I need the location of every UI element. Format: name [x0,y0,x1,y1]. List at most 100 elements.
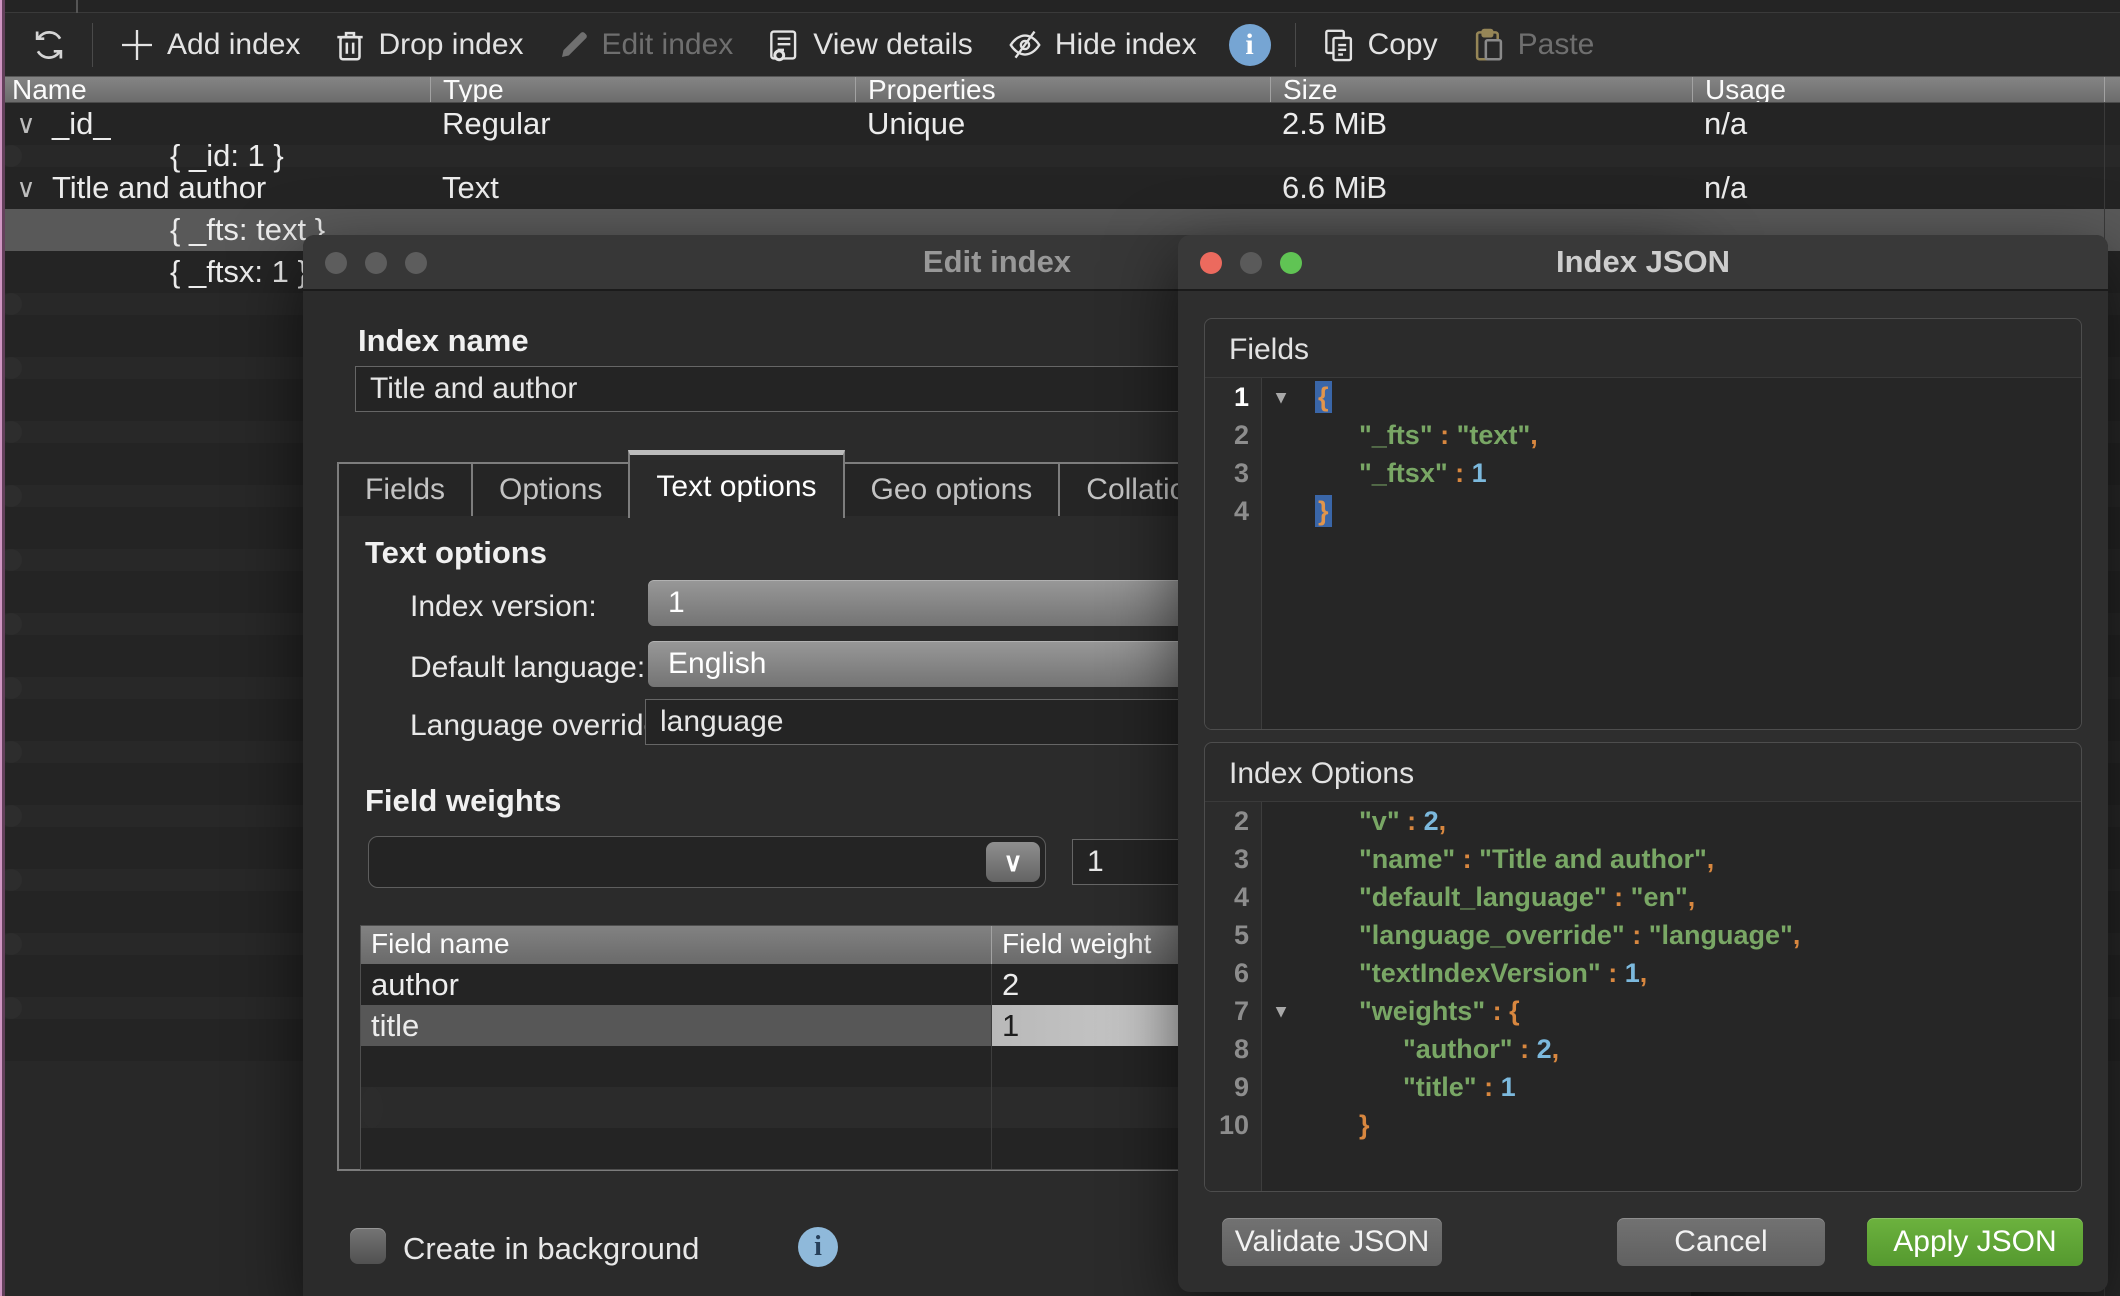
properties-cell: Unique [855,106,1270,142]
index-toolbar: Add index Drop index Edit index [0,14,2120,76]
chevron-down-icon[interactable]: ∨ [0,173,52,204]
paste-label: Paste [1518,28,1595,62]
paste-button[interactable]: Paste [1454,19,1611,71]
drop-index-button[interactable]: Drop index [316,19,539,71]
field-name-combobox[interactable]: ∨ [368,836,1046,888]
line-number: 1 [1205,382,1261,413]
index-json-dialog: Index JSON Fields 1▾{2"_fts" : "text",3"… [1178,235,2108,1292]
tab-options[interactable]: Options [471,462,630,516]
code-line: 4"default_language" : "en", [1205,878,2081,916]
json-dialog-titlebar[interactable]: Index JSON [1178,235,2108,291]
refresh-icon [30,26,68,64]
code-text: "weights" : { [1301,996,2081,1027]
field-name-cell [361,1087,991,1128]
minimize-icon[interactable] [1240,252,1262,274]
tab-text-options[interactable]: Text options [628,450,844,518]
add-index-button[interactable]: Add index [101,19,316,71]
index-name-text: { _id: 1 } [52,138,284,174]
index-name-cell: { _id: 1 } [0,138,430,174]
add-index-label: Add index [167,28,300,62]
app-window: Add index Drop index Edit index [0,0,2120,1296]
line-number: 6 [1205,958,1261,989]
code-text: "_fts" : "text", [1301,420,2081,451]
indexes-table-header: Name Type Properties Size Usage [0,76,2120,103]
line-number: 5 [1205,920,1261,951]
field-name-cell [361,1046,991,1087]
index-options-json-editor[interactable]: 2"v" : 2,3"name" : "Title and author",4"… [1205,801,2081,1191]
trash-icon [332,26,368,64]
index-name-text: Title and author [52,170,266,206]
edit-index-button[interactable]: Edit index [540,19,750,71]
eye-off-icon [1005,26,1045,64]
code-line: 10} [1205,1106,2081,1144]
dialog-title: Index JSON [1556,244,1730,280]
language-override-label: Language override: [410,709,669,743]
copy-button[interactable]: Copy [1304,19,1454,71]
paste-icon [1470,26,1508,64]
index-name-cell: ∨Title and author [0,170,430,206]
create-in-background-checkbox[interactable] [350,1228,386,1264]
code-line: 1▾{ [1205,378,2081,416]
hide-index-button[interactable]: Hide index [989,19,1213,71]
line-number: 3 [1205,844,1261,875]
tab-fields[interactable]: Fields [337,462,473,516]
toolbar-separator [1295,23,1296,67]
field-name-cell: title [361,1005,991,1046]
index-options-panel: Index Options 2"v" : 2,3"name" : "Title … [1204,742,2082,1192]
code-line: 2 "_fts" : "text", [1205,416,2081,454]
validate-json-button[interactable]: Validate JSON [1222,1218,1442,1266]
field-weight-row[interactable] [361,1087,383,1128]
zoom-icon[interactable] [405,252,427,274]
code-text: "textIndexVersion" : 1, [1301,958,2081,989]
code-line: 5 "language_override" : "language", [1205,916,2081,954]
code-text: { [1301,382,2081,413]
column-header-size[interactable]: Size [1270,77,1692,102]
code-text: "language_override" : "language", [1301,920,2081,951]
cancel-button[interactable]: Cancel [1617,1218,1825,1266]
line-number: 2 [1205,806,1261,837]
fold-toggle-icon[interactable]: ▾ [1261,386,1301,409]
apply-json-button[interactable]: Apply JSON [1867,1218,2083,1266]
fields-json-editor[interactable]: 1▾{2"_fts" : "text",3"_ftsx" : 14} [1205,377,2081,729]
table-row[interactable]: ∨Title and authorText6.6 MiBn/a [0,167,2120,209]
edit-dialog-tabs: FieldsOptionsText optionsGeo optionsColl… [337,450,1229,516]
fold-toggle-icon[interactable]: ▾ [1261,1000,1301,1023]
dialog-title: Edit index [923,244,1071,280]
type-cell: Text [430,170,855,206]
column-header-type[interactable]: Type [430,77,855,102]
column-header-name[interactable]: Name [0,77,430,102]
chevron-down-icon[interactable]: ∨ [0,109,52,140]
code-line: 3"name" : "Title and author", [1205,840,2081,878]
column-header-field-name[interactable]: Field name [361,926,991,964]
line-number: 7 [1205,996,1261,1027]
index-name-text: _id_ [52,106,111,142]
tab-geo-options[interactable]: Geo options [843,462,1061,516]
copy-icon [1320,26,1358,64]
line-number: 8 [1205,1034,1261,1065]
usage-cell: n/a [1692,106,2104,142]
column-header-usage[interactable]: Usage [1692,77,2104,102]
line-number: 2 [1205,420,1261,451]
index-info-button[interactable]: i [1213,19,1287,71]
code-text: "default_language" : "en", [1301,882,2081,913]
copy-label: Copy [1368,28,1438,62]
usage-cell: n/a [1692,170,2104,206]
zoom-icon[interactable] [1280,252,1302,274]
column-header-spacer [2104,77,2120,102]
chevron-down-icon[interactable]: ∨ [986,842,1040,882]
field-name-cell: author [361,964,991,1005]
view-details-button[interactable]: View details [749,19,989,71]
type-cell: Regular [430,106,855,142]
index-name-text: { _fts: text } [52,212,325,248]
code-line: 3"_ftsx" : 1 [1205,454,2081,492]
close-icon[interactable] [325,252,347,274]
details-icon [765,26,803,64]
plus-icon [117,25,157,65]
close-icon[interactable] [1200,252,1222,274]
refresh-button[interactable] [14,19,84,71]
field-weights-heading: Field weights [365,783,561,819]
index-options-label: Index Options [1205,743,2081,801]
create-in-background-info-icon[interactable]: i [798,1227,838,1267]
minimize-icon[interactable] [365,252,387,274]
column-header-properties[interactable]: Properties [855,77,1270,102]
